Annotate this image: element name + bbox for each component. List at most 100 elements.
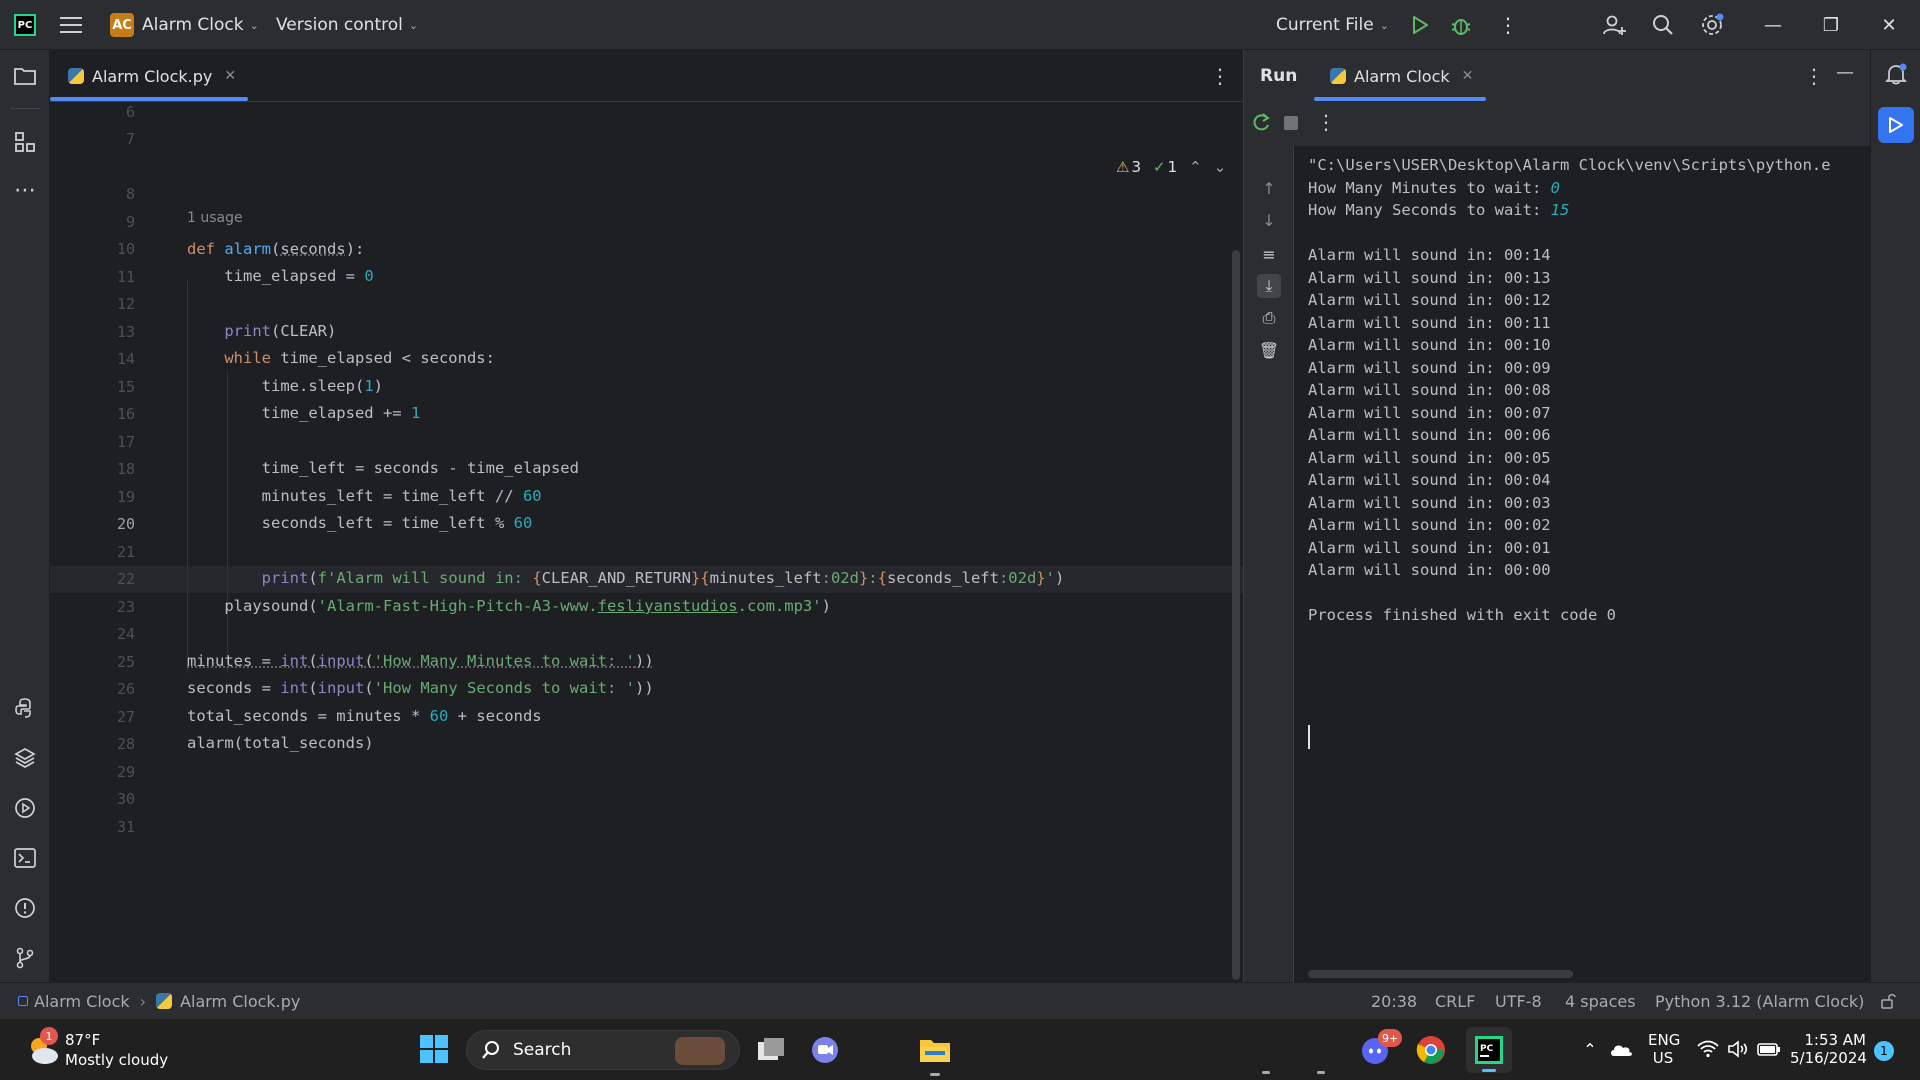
python-packages-button[interactable] — [13, 696, 37, 720]
close-tab-icon[interactable]: ✕ — [1462, 68, 1474, 84]
code-line: time_elapsed = 0 — [187, 267, 374, 285]
chrome-button[interactable] — [1414, 1033, 1448, 1067]
code-area[interactable]: 1 usage def alarm(seconds): time_elapsed… — [187, 103, 1237, 982]
python-interpreter[interactable]: Python 3.12 (Alarm Clock) — [1655, 983, 1864, 1019]
usage-hint[interactable]: 1 usage — [187, 210, 243, 226]
svg-text:PC: PC — [1480, 1044, 1494, 1054]
line-number: 10 — [116, 240, 135, 258]
structure-tool-button[interactable] — [13, 130, 37, 154]
teams-chat-button[interactable] — [808, 1033, 842, 1067]
layers-icon — [14, 748, 36, 768]
clock[interactable]: 1:53 AM 5/16/2024 — [1790, 1031, 1867, 1067]
run-more-button[interactable]: ⋮ — [1316, 110, 1336, 134]
git-tool-button[interactable] — [13, 946, 37, 970]
more-tools-button[interactable]: ⋯ — [13, 177, 37, 203]
close-tab-icon[interactable]: ✕ — [224, 68, 236, 84]
discord-badge: 9+ — [1378, 1029, 1403, 1047]
console-input-line: How Many Minutes to wait: 0 — [1308, 179, 1560, 197]
read-only-toggle[interactable] — [1880, 983, 1896, 1019]
status-bar: Alarm Clock › Alarm Clock.py 20:38 CRLF … — [0, 982, 1920, 1018]
main-menu-button[interactable] — [60, 0, 82, 50]
run-side-toolbar: ↑ ↓ ≡ ⤓ ⎙ 🗑 — [1244, 146, 1294, 982]
console-h-scrollbar[interactable] — [1308, 970, 1573, 978]
services-tool-button[interactable] — [13, 796, 37, 820]
minimize-button[interactable]: — — [1744, 0, 1802, 50]
scroll-down-button[interactable]: ↓ — [1257, 208, 1281, 232]
code-line: time_left = seconds - time_elapsed — [187, 459, 579, 477]
layers-tool-button[interactable] — [13, 746, 37, 770]
left-tool-strip: ⋯ — [0, 50, 50, 982]
run-tool-button[interactable] — [1878, 107, 1914, 143]
weather-badge: 1 — [40, 1027, 58, 1045]
print-button[interactable]: ⎙ — [1257, 306, 1281, 330]
terminal-tool-button[interactable] — [13, 846, 37, 870]
indent-setting[interactable]: 4 spaces — [1565, 983, 1636, 1019]
line-number: 22 — [116, 570, 135, 588]
show-hidden-icons-button[interactable]: ⌃ — [1580, 1037, 1600, 1061]
tab-alarm-clock-run[interactable]: Alarm Clock ✕ — [1330, 50, 1473, 102]
running-indicator — [1317, 1071, 1325, 1074]
breadcrumb-project[interactable]: Alarm Clock — [34, 992, 130, 1011]
task-view-button[interactable] — [754, 1033, 788, 1067]
unlock-icon — [1881, 994, 1896, 1009]
python-console-icon — [15, 698, 31, 718]
line-number: 27 — [116, 707, 135, 726]
close-window-button[interactable]: ✕ — [1860, 0, 1918, 50]
stop-button[interactable] — [1284, 116, 1298, 130]
hide-panel-button[interactable]: — — [1836, 62, 1854, 83]
taskbar-search[interactable]: Search — [466, 1030, 740, 1070]
running-indicator — [930, 1073, 940, 1076]
soft-wrap-button[interactable]: ≡ — [1257, 242, 1281, 266]
windows-logo-icon — [420, 1035, 448, 1063]
project-tool-button[interactable] — [13, 64, 37, 88]
volume-button[interactable] — [1726, 1037, 1750, 1061]
tab-options-button[interactable]: ⋮ — [1210, 64, 1230, 88]
line-separator[interactable]: CRLF — [1435, 983, 1475, 1019]
restore-button[interactable]: ❐ — [1802, 0, 1860, 50]
file-encoding[interactable]: UTF-8 — [1495, 983, 1542, 1019]
rerun-button[interactable] — [1250, 112, 1272, 138]
restore-icon: ❐ — [1822, 14, 1840, 36]
run-button[interactable] — [1410, 0, 1430, 50]
title-bar: PC AC Alarm Clock ⌄ Version control ⌄ Cu… — [0, 0, 1920, 50]
cloud-icon — [1611, 1045, 1632, 1056]
run-options-button[interactable]: ⋮ — [1804, 64, 1824, 88]
run-config-selector[interactable]: Current File ⌄ — [1276, 0, 1389, 50]
wifi-icon — [1697, 1040, 1719, 1058]
discord-button[interactable]: 9+ — [1358, 1029, 1403, 1067]
network-button[interactable] — [1696, 1037, 1720, 1061]
project-selector[interactable]: AC Alarm Clock ⌄ — [110, 0, 259, 50]
line-number: 9 — [125, 212, 135, 231]
code-with-me-button[interactable] — [1602, 0, 1626, 50]
more-vertical-icon: ⋮ — [1498, 13, 1518, 37]
notifications-button[interactable] — [1884, 62, 1908, 90]
scroll-to-end-button[interactable]: ⤓ — [1257, 274, 1281, 298]
problems-tool-button[interactable] — [13, 896, 37, 920]
more-horizontal-icon: ⋯ — [14, 177, 36, 203]
input-language[interactable]: ENG US — [1648, 1031, 1680, 1067]
vcs-selector[interactable]: Version control ⌄ — [276, 0, 418, 50]
pycharm-taskbar-button[interactable]: PC — [1466, 1027, 1512, 1073]
settings-button[interactable] — [1700, 0, 1724, 50]
caret-position[interactable]: 20:38 — [1371, 983, 1417, 1019]
git-branch-icon — [16, 947, 34, 969]
chevron-down-icon: ⌄ — [1379, 18, 1389, 32]
weather-widget[interactable]: 1 — [20, 1027, 66, 1073]
tab-alarm-clock-py[interactable]: Alarm Clock.py ✕ — [68, 50, 236, 102]
notification-count-badge[interactable]: 1 — [1874, 1041, 1894, 1061]
console-line: Alarm will sound in: 00:07 — [1308, 403, 1551, 422]
file-explorer-button[interactable] — [918, 1033, 952, 1076]
scroll-up-button[interactable]: ↑ — [1257, 176, 1281, 200]
onedrive-button[interactable] — [1608, 1037, 1634, 1061]
battery-button[interactable] — [1756, 1037, 1782, 1061]
debug-button[interactable] — [1450, 0, 1472, 50]
clear-console-button[interactable]: 🗑 — [1257, 338, 1281, 362]
start-button[interactable] — [418, 1033, 450, 1065]
breadcrumb-file[interactable]: Alarm Clock.py — [180, 992, 300, 1011]
code-line: alarm(total_seconds) — [187, 734, 374, 752]
console-output[interactable]: "C:\Users\USER\Desktop\Alarm Clock\venv\… — [1308, 146, 1868, 966]
editor-scrollbar[interactable] — [1232, 250, 1240, 980]
chevron-right-icon: › — [139, 991, 147, 1011]
search-everywhere-button[interactable] — [1652, 0, 1674, 50]
more-actions-button[interactable]: ⋮ — [1498, 0, 1518, 50]
